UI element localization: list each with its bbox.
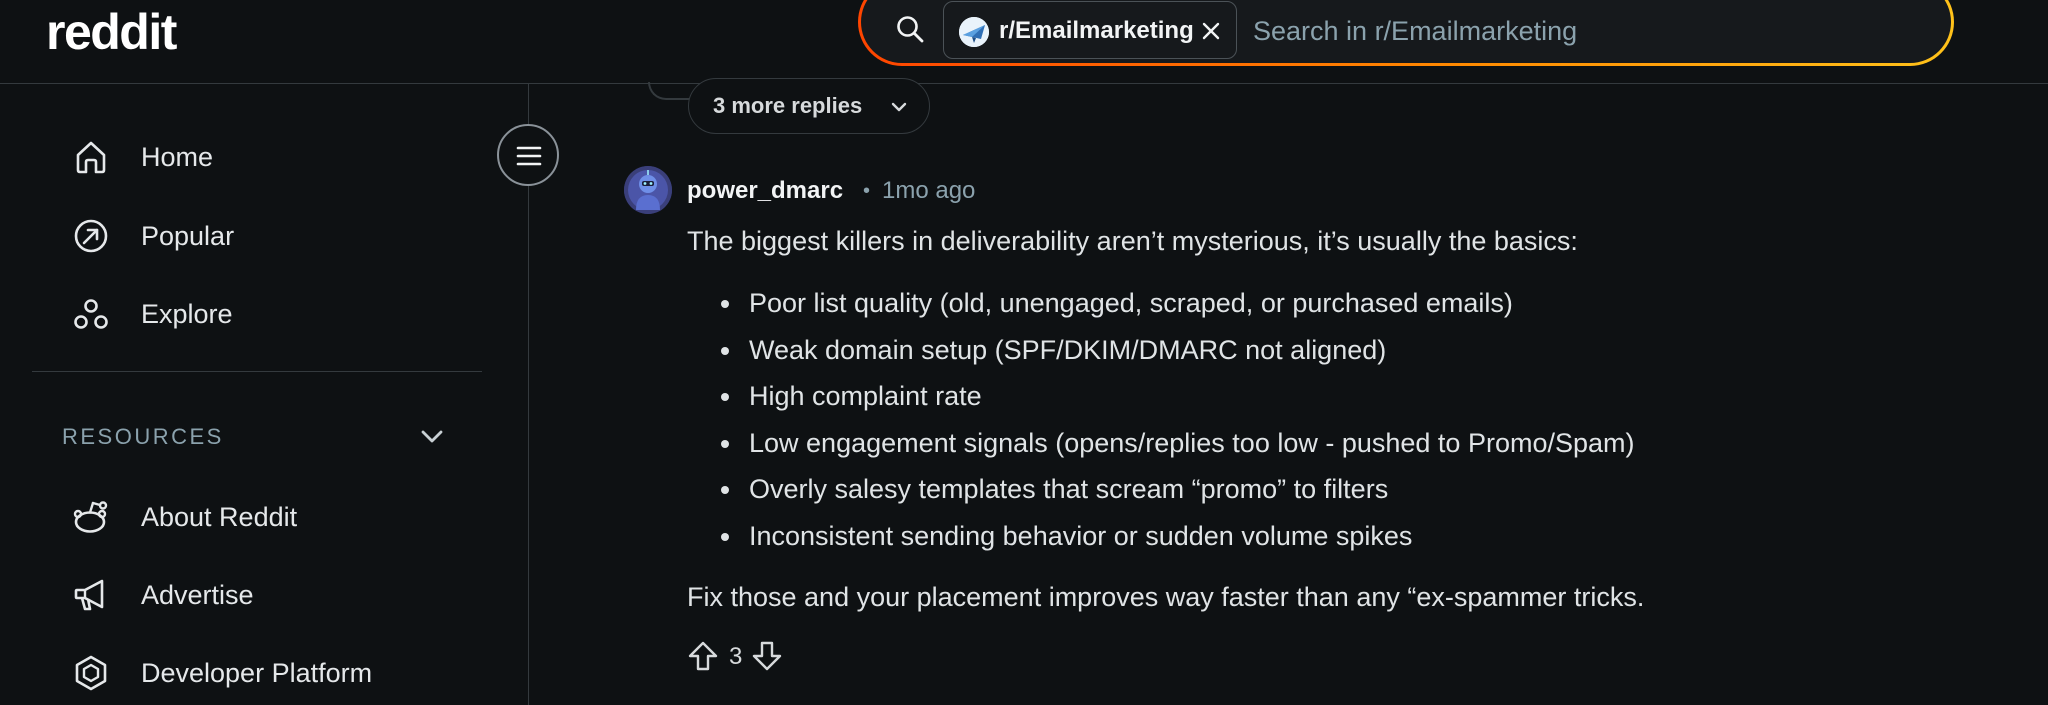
comment-outro: Fix those and your placement improves wa… bbox=[687, 582, 1645, 612]
sidebar-item-label: Explore bbox=[141, 299, 233, 329]
list-item: Overly salesy templates that scream “pro… bbox=[713, 466, 1635, 513]
home-icon bbox=[76, 141, 106, 174]
more-replies-label: 3 more replies bbox=[713, 93, 863, 118]
vote-count: 3 bbox=[729, 643, 743, 670]
popular-arrow-icon bbox=[74, 219, 108, 253]
left-sidebar: Home Popular Explore RESOURCES About Red… bbox=[0, 84, 529, 705]
explore-icon bbox=[74, 299, 108, 329]
sidebar-item-label: Advertise bbox=[141, 580, 254, 610]
comment-timestamp[interactable]: 1mo ago bbox=[882, 176, 975, 206]
list-item: High complaint rate bbox=[713, 373, 1635, 420]
sidebar-item-advertise[interactable]: Advertise bbox=[72, 570, 492, 618]
developer-hexagon-icon bbox=[75, 655, 107, 691]
top-header: reddit r/Emailmarketing Search in r/Emai… bbox=[0, 0, 2048, 84]
sidebar-item-developer-platform[interactable]: Developer Platform bbox=[72, 648, 492, 696]
sidebar-item-label: Home bbox=[141, 142, 214, 172]
avatar[interactable] bbox=[624, 166, 672, 214]
upvote-icon[interactable] bbox=[687, 640, 719, 672]
resources-heading[interactable]: RESOURCES bbox=[62, 422, 224, 452]
sidebar-item-home[interactable]: Home bbox=[72, 132, 492, 180]
search-bar[interactable]: r/Emailmarketing Search in r/Emailmarket… bbox=[858, 0, 1954, 66]
reddit-logo[interactable]: reddit bbox=[46, 4, 177, 60]
close-icon[interactable] bbox=[1198, 18, 1224, 44]
sidebar-divider bbox=[32, 371, 482, 372]
chevron-down-icon[interactable] bbox=[416, 420, 448, 452]
list-item: Inconsistent sending behavior or sudden … bbox=[713, 513, 1635, 560]
sidebar-item-label: About Reddit bbox=[141, 502, 298, 532]
comment-bullet-list: Poor list quality (old, unengaged, scrap… bbox=[713, 280, 1635, 559]
vote-controls: 3 bbox=[687, 636, 827, 676]
search-icon bbox=[897, 16, 924, 43]
sidebar-item-explore[interactable]: Explore bbox=[72, 289, 492, 337]
megaphone-icon bbox=[74, 579, 104, 611]
list-item: Low engagement signals (opens/replies to… bbox=[713, 420, 1635, 467]
community-filter-chip[interactable]: r/Emailmarketing bbox=[943, 1, 1237, 59]
sidebar-item-popular[interactable]: Popular bbox=[72, 211, 492, 259]
comment-intro: The biggest killers in deliverability ar… bbox=[687, 226, 1578, 256]
reddit-alien-icon bbox=[73, 501, 108, 533]
sidebar-item-about-reddit[interactable]: About Reddit bbox=[72, 492, 492, 540]
sidebar-item-label: Developer Platform bbox=[141, 658, 373, 688]
community-chip-label: r/Emailmarketing bbox=[999, 17, 1194, 44]
list-item: Weak domain setup (SPF/DKIM/DMARC not al… bbox=[713, 327, 1635, 374]
more-replies-button[interactable]: 3 more replies bbox=[688, 78, 930, 134]
sidebar-item-label: Popular bbox=[141, 221, 235, 251]
search-input[interactable]: Search in r/Emailmarketing bbox=[1253, 15, 1577, 47]
comment-author[interactable]: power_dmarc bbox=[687, 176, 843, 206]
downvote-icon[interactable] bbox=[751, 640, 783, 672]
community-avatar-icon bbox=[959, 17, 989, 47]
chevron-down-icon bbox=[891, 102, 907, 112]
comment-thread: 3 more replies power_dmarc • 1mo ago The… bbox=[530, 78, 2048, 705]
meta-separator: • bbox=[863, 180, 871, 202]
list-item: Poor list quality (old, unengaged, scrap… bbox=[713, 280, 1635, 327]
